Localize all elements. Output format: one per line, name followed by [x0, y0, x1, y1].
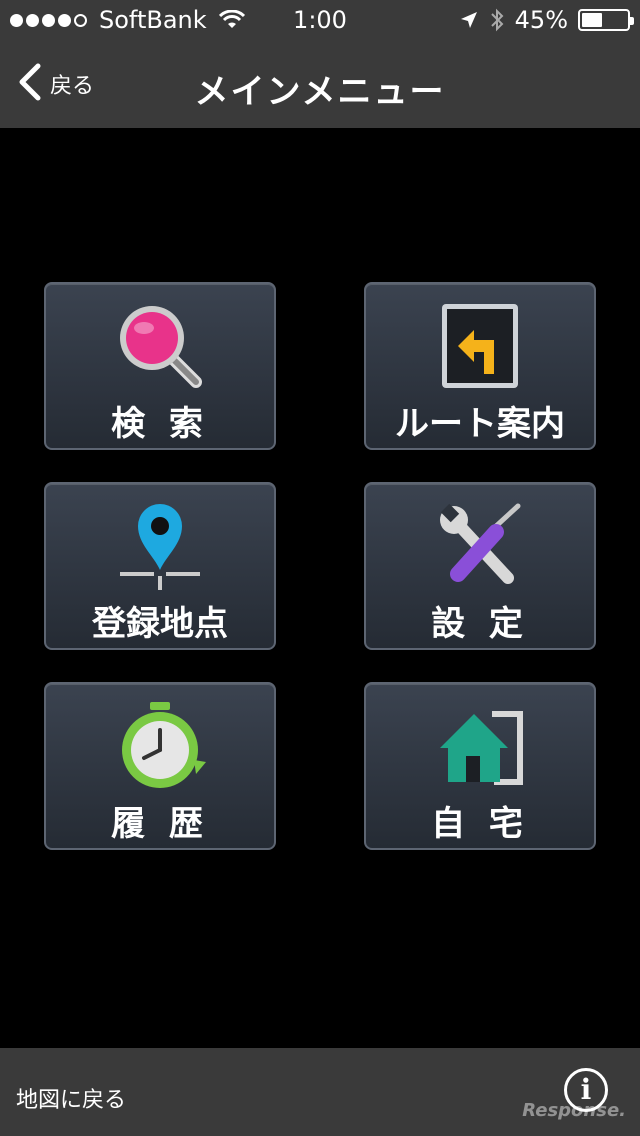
- search-button[interactable]: 検 索: [44, 282, 276, 450]
- home-label: 自 宅: [431, 804, 529, 844]
- settings-label: 設 定: [431, 604, 529, 644]
- wrench-screwdriver-icon: [430, 500, 530, 592]
- route-turn-sign-icon: [430, 300, 530, 392]
- location-arrow-icon: [460, 12, 477, 28]
- battery-percent: 45%: [514, 6, 568, 34]
- map-pin-icon: [110, 500, 210, 592]
- history-label: 履 歴: [111, 804, 209, 844]
- bottom-bar: 地図に戻る i Response.: [0, 1048, 640, 1136]
- navigation-bar: 戻る メインメニュー: [0, 40, 640, 128]
- watermark-logo: Response.: [522, 1100, 626, 1121]
- status-right: 45%: [459, 6, 634, 34]
- clock-history-icon: [110, 700, 210, 792]
- status-bar: SoftBank 1:00 45%: [0, 0, 640, 40]
- back-to-map-button[interactable]: 地図に戻る: [16, 1082, 126, 1114]
- main-menu: 検 索 ルート案内 登録地点 設 定 履 歴 自 宅: [0, 128, 640, 1048]
- battery-level: [582, 13, 602, 27]
- settings-button[interactable]: 設 定: [364, 482, 596, 650]
- route-guidance-label: ルート案内: [395, 404, 565, 444]
- registered-places-button[interactable]: 登録地点: [44, 482, 276, 650]
- battery-icon: [578, 9, 634, 31]
- registered-places-label: 登録地点: [92, 604, 228, 644]
- search-icon: [110, 300, 210, 392]
- page-title: メインメニュー: [194, 72, 446, 112]
- search-label: 検 索: [111, 404, 209, 444]
- history-button[interactable]: 履 歴: [44, 682, 276, 850]
- route-guidance-button[interactable]: ルート案内: [364, 282, 596, 450]
- bluetooth-icon: [490, 8, 504, 32]
- home-icon: [430, 700, 530, 792]
- home-button[interactable]: 自 宅: [364, 682, 596, 850]
